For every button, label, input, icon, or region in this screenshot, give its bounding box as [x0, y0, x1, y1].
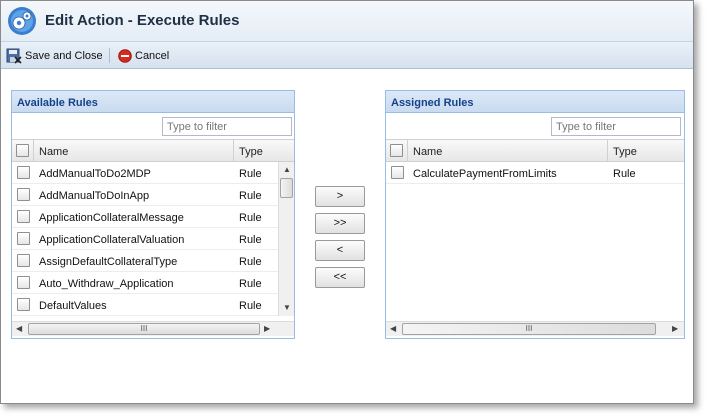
rule-name: AssignDefaultCollateralType: [39, 256, 178, 268]
title-bar: Edit Action - Execute Rules: [1, 1, 693, 42]
available-header-type[interactable]: Type: [234, 140, 294, 162]
cancel-label: Cancel: [135, 50, 170, 62]
available-header-name[interactable]: Name: [34, 140, 234, 162]
rule-type: Rule: [613, 168, 636, 180]
rule-name: AddManualToDo2MDP: [39, 168, 151, 180]
assigned-horizontal-scrollbar[interactable]: ◀ III ▶: [386, 321, 684, 336]
save-and-close-button[interactable]: Save and Close: [6, 47, 103, 65]
row-checkbox[interactable]: [17, 166, 30, 179]
rule-name: DefaultValues: [39, 300, 107, 312]
row-checkbox[interactable]: [17, 254, 30, 267]
table-row[interactable]: AddManualToDo2MDP Rule: [12, 162, 278, 184]
available-grid-header: Name Type: [12, 140, 294, 162]
available-horizontal-scrollbar[interactable]: ◀ III ▶: [12, 321, 294, 336]
row-checkbox[interactable]: [17, 298, 30, 311]
available-header-checkbox-cell: [12, 140, 34, 162]
rule-name: ApplicationCollateralMessage: [39, 212, 184, 224]
assigned-rules-title: Assigned Rules: [386, 91, 684, 113]
scroll-right-arrow-icon[interactable]: ▶: [264, 325, 270, 333]
rule-type: Rule: [239, 212, 262, 224]
remove-selected-button[interactable]: <: [315, 240, 365, 261]
cancel-icon: [118, 49, 132, 63]
rule-type: Rule: [239, 168, 262, 180]
available-filter-bar: [12, 113, 294, 140]
save-close-icon: [6, 48, 22, 64]
scroll-left-arrow-icon[interactable]: ◀: [390, 325, 396, 333]
scroll-left-arrow-icon[interactable]: ◀: [16, 325, 22, 333]
available-rules-panel: Available Rules Name Type AddManualToDo2…: [11, 90, 295, 339]
available-grid-body: AddManualToDo2MDP Rule AddManualToDoInAp…: [12, 162, 294, 316]
assigned-grid-header: Name Type: [386, 140, 684, 162]
assigned-rules-panel: Assigned Rules Name Type CalculatePaymen…: [385, 90, 685, 339]
add-selected-button[interactable]: >: [315, 186, 365, 207]
assigned-filter-input[interactable]: [551, 117, 681, 136]
toolbar: Save and Close Cancel: [1, 42, 693, 69]
remove-all-button[interactable]: <<: [315, 267, 365, 288]
available-select-all-checkbox[interactable]: [16, 144, 29, 157]
rule-name: Auto_Withdraw_Application: [39, 278, 174, 290]
row-checkbox[interactable]: [17, 188, 30, 201]
horizontal-scroll-thumb[interactable]: III: [28, 323, 260, 335]
rule-type: Rule: [239, 278, 262, 290]
assigned-header-name[interactable]: Name: [408, 140, 608, 162]
row-checkbox[interactable]: [17, 210, 30, 223]
table-row[interactable]: Auto_Withdraw_Application Rule: [12, 272, 278, 294]
rule-name: AddManualToDoInApp: [39, 190, 150, 202]
assigned-header-type[interactable]: Type: [608, 140, 684, 162]
window-title: Edit Action - Execute Rules: [45, 12, 240, 29]
assigned-header-checkbox-cell: [386, 140, 408, 162]
cancel-button[interactable]: Cancel: [118, 47, 169, 65]
scroll-up-arrow-icon[interactable]: ▲: [283, 166, 291, 174]
save-and-close-label: Save and Close: [25, 50, 103, 62]
available-rules-title: Available Rules: [12, 91, 294, 113]
row-checkbox[interactable]: [17, 232, 30, 245]
edit-action-window: Edit Action - Execute Rules Save and Clo…: [0, 0, 694, 404]
table-row[interactable]: ApplicationCollateralMessage Rule: [12, 206, 278, 228]
assigned-select-all-checkbox[interactable]: [390, 144, 403, 157]
rule-name: CalculatePaymentFromLimits: [413, 168, 557, 180]
table-row[interactable]: CalculatePaymentFromLimits Rule: [386, 162, 684, 184]
gears-icon: [8, 7, 36, 35]
table-row[interactable]: AddManualToDoInApp Rule: [12, 184, 278, 206]
rule-type: Rule: [239, 234, 262, 246]
toolbar-separator: [109, 48, 110, 63]
scroll-down-arrow-icon[interactable]: ▼: [283, 304, 291, 312]
assigned-grid-body: CalculatePaymentFromLimits Rule: [386, 162, 684, 316]
rule-name: ApplicationCollateralValuation: [39, 234, 185, 246]
available-vertical-scrollbar[interactable]: ▲ ▼: [278, 162, 294, 316]
table-row[interactable]: ApplicationCollateralValuation Rule: [12, 228, 278, 250]
rule-type: Rule: [239, 300, 262, 312]
vertical-scroll-thumb[interactable]: [280, 178, 293, 198]
row-checkbox[interactable]: [391, 166, 404, 179]
row-checkbox[interactable]: [17, 276, 30, 289]
rule-type: Rule: [239, 256, 262, 268]
table-row[interactable]: AssignDefaultCollateralType Rule: [12, 250, 278, 272]
available-filter-input[interactable]: [162, 117, 292, 136]
rule-type: Rule: [239, 190, 262, 202]
assigned-filter-bar: [386, 113, 684, 140]
horizontal-scroll-thumb[interactable]: III: [402, 323, 656, 335]
table-row[interactable]: DefaultValues Rule: [12, 294, 278, 316]
scroll-right-arrow-icon[interactable]: ▶: [672, 325, 678, 333]
add-all-button[interactable]: >>: [315, 213, 365, 234]
